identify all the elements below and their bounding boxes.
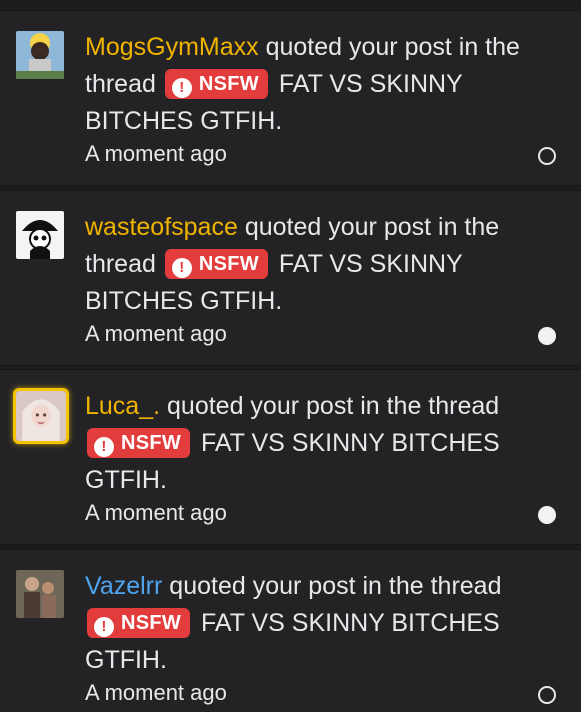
alert-time: A moment ago — [85, 500, 227, 525]
alert-time: A moment ago — [85, 680, 227, 705]
nsfw-prefix-badge: ! NSFW — [164, 249, 268, 279]
exclamation-icon: ! — [94, 437, 114, 457]
prefix-label: NSFW — [198, 73, 259, 95]
mark-read-toggle[interactable] — [538, 686, 556, 704]
alert-item[interactable]: wasteofspace quoted your post in the thr… — [0, 190, 581, 366]
prefix-label: NSFW — [121, 432, 182, 454]
prefix-label: NSFW — [121, 612, 182, 634]
username-link[interactable]: wasteofspace — [85, 213, 238, 241]
alerts-list: MogsGymMaxx quoted your post in the thre… — [0, 0, 581, 712]
alert-time: A moment ago — [85, 141, 227, 166]
alert-text: wasteofspace quoted your post in the thr… — [85, 209, 550, 320]
alert-time: A moment ago — [85, 321, 227, 346]
alert-text: MogsGymMaxx quoted your post in the thre… — [85, 29, 550, 140]
exclamation-icon: ! — [171, 78, 192, 98]
alert-item[interactable]: MogsGymMaxx quoted your post in the thre… — [0, 10, 581, 186]
avatar[interactable] — [16, 211, 64, 259]
nsfw-prefix-badge: ! NSFW — [87, 428, 191, 458]
alert-action: quoted your post in the thread — [167, 392, 500, 420]
alert-action: quoted your post in the thread — [169, 572, 502, 600]
username-link[interactable]: Vazelrr — [85, 572, 162, 600]
avatar[interactable] — [13, 388, 69, 444]
alert-text: Vazelrr quoted your post in the thread !… — [85, 568, 525, 679]
mark-read-toggle[interactable] — [538, 327, 556, 345]
username-link[interactable]: MogsGymMaxx — [85, 33, 259, 61]
exclamation-icon: ! — [171, 258, 192, 278]
mark-read-toggle[interactable] — [538, 147, 556, 165]
mark-read-toggle[interactable] — [538, 506, 556, 524]
exclamation-icon: ! — [94, 617, 114, 637]
nsfw-prefix-badge: ! NSFW — [164, 69, 268, 99]
alert-text: Luca_. quoted your post in the thread ! N… — [85, 388, 525, 499]
nsfw-prefix-badge: ! NSFW — [87, 608, 191, 638]
avatar[interactable] — [16, 31, 64, 79]
alert-item[interactable]: Vazelrr quoted your post in the thread !… — [0, 549, 581, 712]
avatar[interactable] — [16, 570, 64, 618]
prefix-label: NSFW — [198, 253, 259, 275]
username-link[interactable]: Luca_. — [85, 392, 160, 420]
alert-item[interactable]: Luca_. quoted your post in the thread ! N… — [0, 369, 581, 545]
